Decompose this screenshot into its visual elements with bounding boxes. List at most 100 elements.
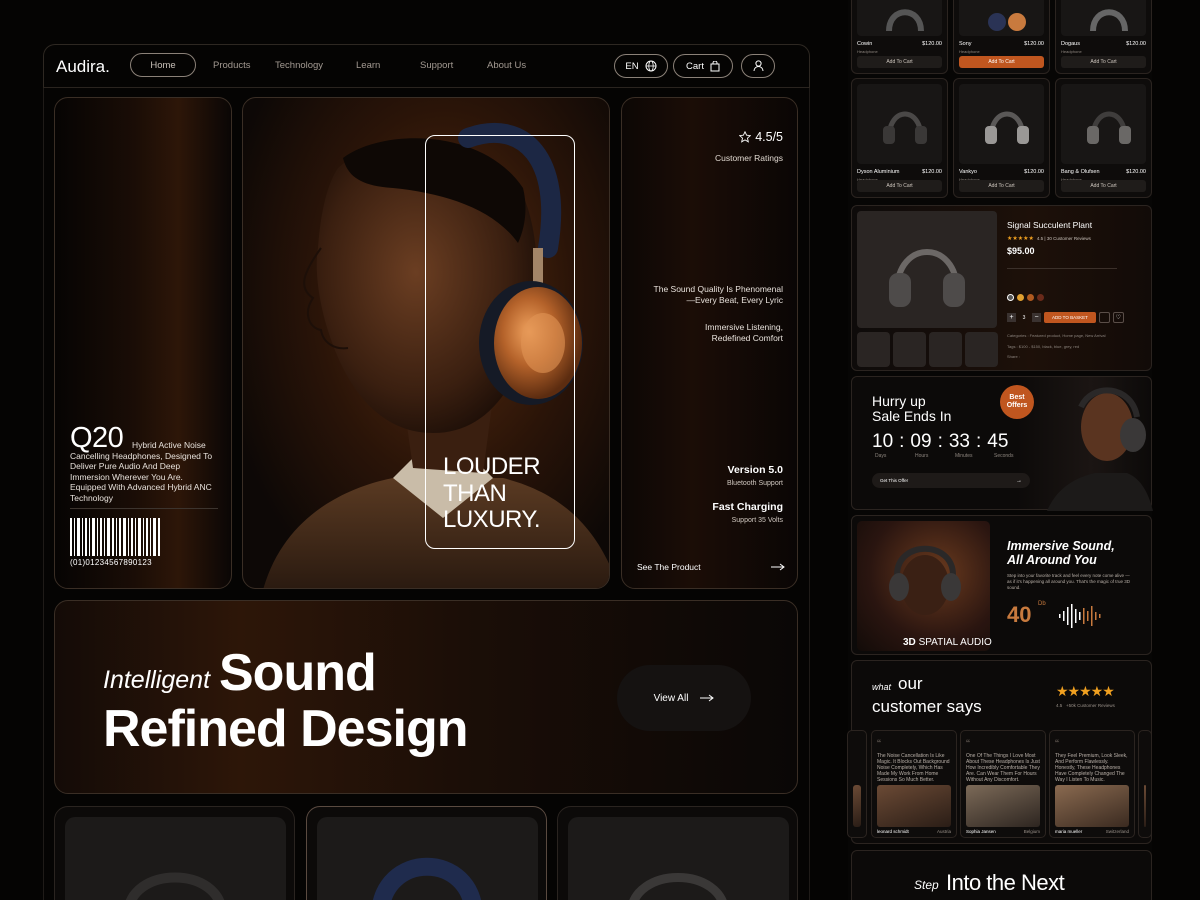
quantity-stepper[interactable]: + 3 − ADD TO BASKET ♡ [1007,312,1124,323]
product-card-1[interactable] [54,806,295,900]
compare-icon[interactable] [1098,312,1110,323]
side-product-cowin[interactable]: Cowin $120.00 Headphone Add To Cart [851,0,948,74]
step-into-next-card: Step Into the Next [851,850,1152,900]
add-to-cart-button[interactable]: Add To Cart [959,56,1044,68]
thumb-3[interactable] [929,332,962,367]
testimonial-photo [877,785,951,827]
reviews-title-2: customer says [872,697,982,716]
product-thumb [959,0,1044,36]
side-product-sony[interactable]: Sony $120.00 Headphone Add To Cart [953,0,1050,74]
swatch-yellow[interactable] [1017,294,1024,301]
product-image-3 [568,817,789,900]
add-to-basket-button[interactable]: ADD TO BASKET [1044,312,1096,323]
thumb-4[interactable] [965,332,998,367]
product-image-2 [317,817,538,900]
nav-products[interactable]: Products [213,60,251,71]
testimonial-photo [1055,785,1129,827]
user-icon [753,60,763,72]
cart-button[interactable]: Cart [673,54,733,78]
view-all-label: View All [653,692,689,704]
divider [1007,268,1117,269]
testimonial-card-partial-left [847,730,867,838]
nav-about[interactable]: About Us [487,60,526,71]
spatial-model-image: 3D SPATIAL AUDIO [857,521,992,651]
account-button[interactable] [741,54,775,78]
add-to-cart-button[interactable]: Add To Cart [1061,56,1146,68]
side-product-vankyo[interactable]: Vankyo $120.00 Headphone Add To Cart [953,78,1050,198]
see-product-link[interactable]: See The Product [637,562,785,572]
rating-value: 4.5/5 [755,130,783,144]
view-all-button[interactable]: View All [617,665,751,731]
quote-icon: “ [966,737,970,751]
see-product-label: See The Product [637,562,701,572]
spatial-audio-card: 3D SPATIAL AUDIO Immersive Sound, All Ar… [851,515,1152,655]
label-days: Days [875,453,887,459]
testimonial-text: The Noise Cancellation Is Like Magic. It… [877,753,950,783]
label-hours: Hours [915,453,929,459]
headphone-icon [988,13,1026,31]
step-italic: Step [914,878,939,892]
product-price: $120.00 [922,41,942,47]
review-quote-1: The Sound Quality Is Phenomenal —Every B… [653,284,783,305]
add-to-cart-button[interactable]: Add To Cart [959,180,1044,192]
increment-button[interactable]: + [1007,313,1016,322]
product-thumb [1061,84,1146,164]
add-to-cart-button[interactable]: Add To Cart [857,56,942,68]
add-to-cart-button[interactable]: Add To Cart [1061,180,1146,192]
color-swatches[interactable] [1007,294,1044,301]
spatial-label-text: SPATIAL AUDIO [918,637,992,648]
spatial-label-bold: 3D [903,637,916,648]
product-thumb [1061,0,1146,36]
product-name: Bang & Olufsen [1061,169,1100,175]
side-product-dyson[interactable]: Dyson Aluminium $120.00 Headphone Add To… [851,78,948,198]
brand-logo[interactable]: Audira. [56,57,110,77]
product-price: $120.00 [922,169,942,175]
add-to-cart-button[interactable]: Add To Cart [857,180,942,192]
swatch-orange[interactable] [1027,294,1034,301]
side-product-bang-olufsen[interactable]: Bang & Olufsen $120.00 Headphone Add To … [1055,78,1152,198]
testimonial-text: They Feel Premium, Look Sleek, And Perfo… [1055,753,1128,783]
language-selector[interactable]: EN [614,54,668,78]
spatial-audio-label: 3D SPATIAL AUDIO [903,637,992,648]
nav-support[interactable]: Support [420,60,453,71]
thumb-1[interactable] [857,332,890,367]
swatch-red[interactable] [1037,294,1044,301]
quote-icon: “ [877,737,881,751]
side-product-dogaus[interactable]: Dogaus $120.00 Headphone Add To Cart [1055,0,1152,74]
decibel-unit: Db [1038,601,1046,607]
decibel-value: 40 [1007,602,1032,627]
product-image-1 [65,817,286,900]
version-title: Version 5.0 [727,464,783,476]
detail-categories: Categories : Featured product, Home page… [1007,333,1106,338]
countdown-seconds: 45 [987,431,1009,452]
headphone-icon [886,9,924,31]
product-card-2[interactable] [306,806,547,900]
reviews-title-1: our [898,674,923,693]
countdown-minutes: 33 [948,431,970,452]
product-thumb [959,84,1044,164]
get-offer-button[interactable]: Get This Offer → [872,473,1030,488]
tagline-line-1: LOUDER [443,453,541,480]
timer-separator: : [937,431,943,452]
arrow-right-icon [771,563,785,571]
timer-separator: : [975,431,982,452]
nav-technology[interactable]: Technology [275,60,323,71]
detail-price: $95.00 [1007,246,1035,256]
reviews-italic: what [872,682,892,692]
nav-learn[interactable]: Learn [356,60,380,71]
product-detail-card: Signal Succulent Plant ★★★★★ 4.5 | 30 Cu… [851,205,1152,371]
product-specs-card: 4.5/5 Customer Ratings The Sound Quality… [621,97,798,589]
thumb-2[interactable] [893,332,926,367]
rating-label: Customer Ratings [714,153,783,163]
heart-icon[interactable]: ♡ [1112,312,1124,323]
swatch-grey[interactable] [1007,294,1014,301]
decrement-button[interactable]: − [1032,313,1041,322]
divider [70,508,218,509]
headphone-icon [889,545,961,615]
headphone-icon [629,873,727,900]
product-price: $120.00 [1126,169,1146,175]
product-card-3[interactable] [557,806,798,900]
nav-home[interactable]: Home [130,53,196,77]
quantity-value[interactable]: 3 [1019,315,1029,321]
best-offers-badge: Best Offers [1000,385,1034,419]
